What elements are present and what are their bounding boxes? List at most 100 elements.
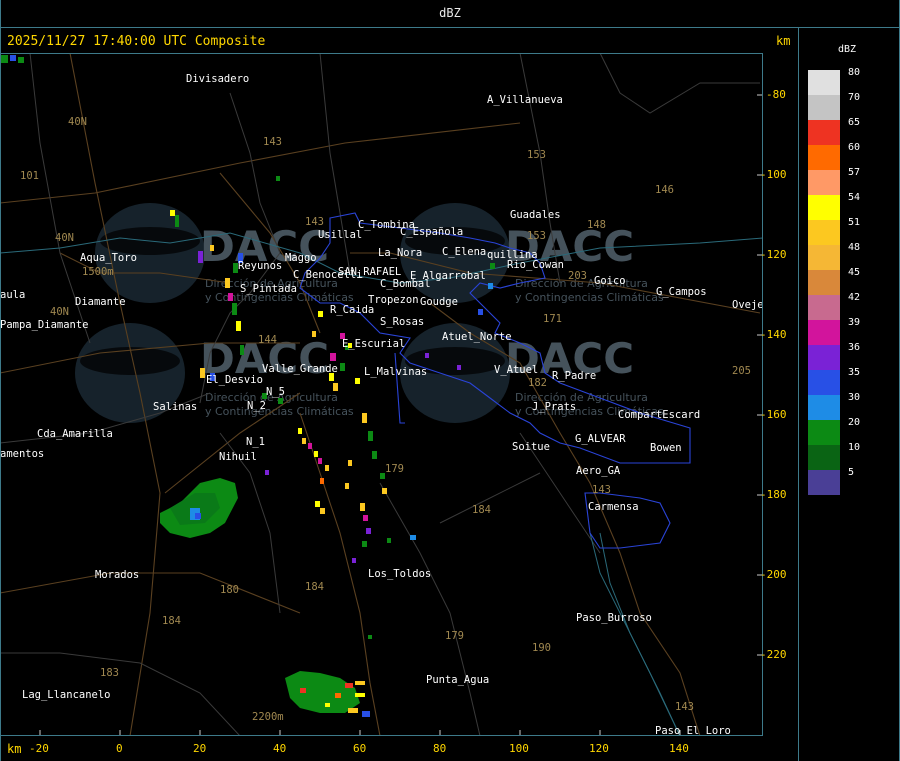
place-label: Valle_Grande [262, 363, 338, 375]
place-label: Lag_Llancanelo [22, 689, 111, 701]
route-number: 205 [732, 365, 751, 377]
place-label: Rio_Cowan [507, 259, 564, 271]
route-number: 101 [20, 170, 39, 182]
place-label: Paso_Burroso [576, 612, 652, 624]
route-number: 143 [305, 216, 324, 228]
route-number: 184 [305, 581, 324, 593]
legend-label: 30 [848, 392, 861, 403]
legend-swatch [808, 470, 840, 495]
route-number: 143 [263, 136, 282, 148]
y-tick-label: -220 [760, 648, 787, 661]
place-label: Guadales [510, 209, 561, 221]
legend-label: 65 [848, 117, 861, 128]
x-tick-label: -20 [29, 742, 49, 755]
legend-swatch [808, 195, 840, 220]
product-title: dBZ [439, 6, 461, 20]
place-label: N_5 [266, 386, 285, 398]
legend-label: 80 [848, 67, 861, 78]
route-number: 179 [385, 463, 404, 475]
place-label: C_Elena [442, 246, 486, 258]
place-label: La_Nora [378, 247, 422, 259]
legend-swatch [808, 445, 840, 470]
km-unit-bottom: km [7, 742, 22, 756]
y-tick-label: -80 [766, 88, 786, 101]
place-label: Oveje [732, 299, 763, 311]
place-label: E_Escurial [342, 338, 405, 350]
x-tick-label: 20 [193, 742, 207, 755]
legend-swatch [808, 120, 840, 145]
place-label: Paso_El_Loro [655, 725, 731, 736]
y-tick-label: -120 [760, 248, 787, 261]
place-label: C_Bombal [380, 278, 431, 290]
legend-swatch [808, 345, 840, 370]
legend-label: 51 [848, 217, 861, 228]
x-tick-label: 80 [433, 742, 447, 755]
legend-label: 54 [848, 192, 861, 203]
route-number: 190 [532, 642, 551, 654]
x-tick-label: 140 [669, 742, 689, 755]
place-label: G_ALVEAR [575, 433, 626, 445]
legend-label: 70 [848, 92, 861, 103]
place-label: Diamante [75, 296, 126, 308]
radar-map[interactable]: DACC Dirección de Agricultura y Continge… [0, 52, 764, 737]
route-number: 203 [568, 270, 587, 282]
place-label: J_Prats [532, 401, 576, 413]
x-tick-label: 40 [273, 742, 287, 755]
legend-swatch [808, 320, 840, 345]
route-number: 179 [445, 630, 464, 642]
x-tick-label: 120 [589, 742, 609, 755]
y-tick-label: -160 [760, 408, 787, 421]
route-number: 180 [220, 584, 239, 596]
place-label: R_Padre [552, 370, 596, 382]
legend-swatch [808, 420, 840, 445]
route-number: 1500m [82, 266, 114, 278]
x-tick-label: 100 [509, 742, 529, 755]
legend-swatch [808, 145, 840, 170]
place-label: Soitue [512, 441, 550, 453]
legend-label: 60 [848, 142, 861, 153]
route-number: 40N [68, 116, 87, 128]
place-label: Goico [594, 275, 626, 287]
place-label: Aero_GA [576, 465, 621, 477]
route-number: 2200m [252, 711, 284, 723]
timestamp-label: 2025/11/27 17:40:00 UTC Composite [7, 34, 266, 49]
legend-label: 5 [848, 467, 855, 478]
route-number: 183 [100, 667, 119, 679]
legend-swatch [808, 370, 840, 395]
place-label: Aqua_Toro [80, 252, 137, 264]
y-tick-label: -180 [760, 488, 787, 501]
legend-swatch [808, 170, 840, 195]
legend-label: 36 [848, 342, 861, 353]
route-number: 40N [55, 232, 74, 244]
legend-label: 10 [848, 442, 861, 453]
place-label: Salinas [153, 401, 197, 413]
place-label: S_Rosas [380, 316, 424, 328]
place-label: Carmensa [588, 501, 639, 513]
place-label: N_1 [246, 436, 265, 448]
x-tick-label: 60 [353, 742, 367, 755]
legend-label: 20 [848, 417, 861, 428]
y-tick-label: -100 [760, 168, 787, 181]
legend-swatch [808, 95, 840, 120]
route-number: 146 [655, 184, 674, 196]
route-number: 153 [527, 230, 546, 242]
place-label: G_Campos [656, 286, 707, 298]
map-legend-divider [798, 28, 799, 761]
x-tick-label: 0 [116, 742, 123, 755]
title-bar: dBZ [0, 0, 900, 28]
place-label: amentos [0, 448, 44, 460]
place-label: N_2 [247, 400, 266, 412]
legend-label: 48 [848, 242, 861, 253]
legend-title: dBZ [838, 44, 857, 55]
legend-swatch [808, 70, 840, 95]
place-label: Pampa_Diamante [0, 319, 89, 331]
legend-swatch [808, 295, 840, 320]
place-label: Atuel_Norte [442, 331, 512, 343]
place-label: Nihuil [219, 451, 257, 463]
place-label: A_Villanueva [487, 94, 563, 106]
place-label: Morados [95, 569, 139, 581]
route-number: 144 [258, 334, 277, 346]
legend-swatch [808, 395, 840, 420]
legend-label: 39 [848, 317, 861, 328]
route-number: 171 [543, 313, 562, 325]
